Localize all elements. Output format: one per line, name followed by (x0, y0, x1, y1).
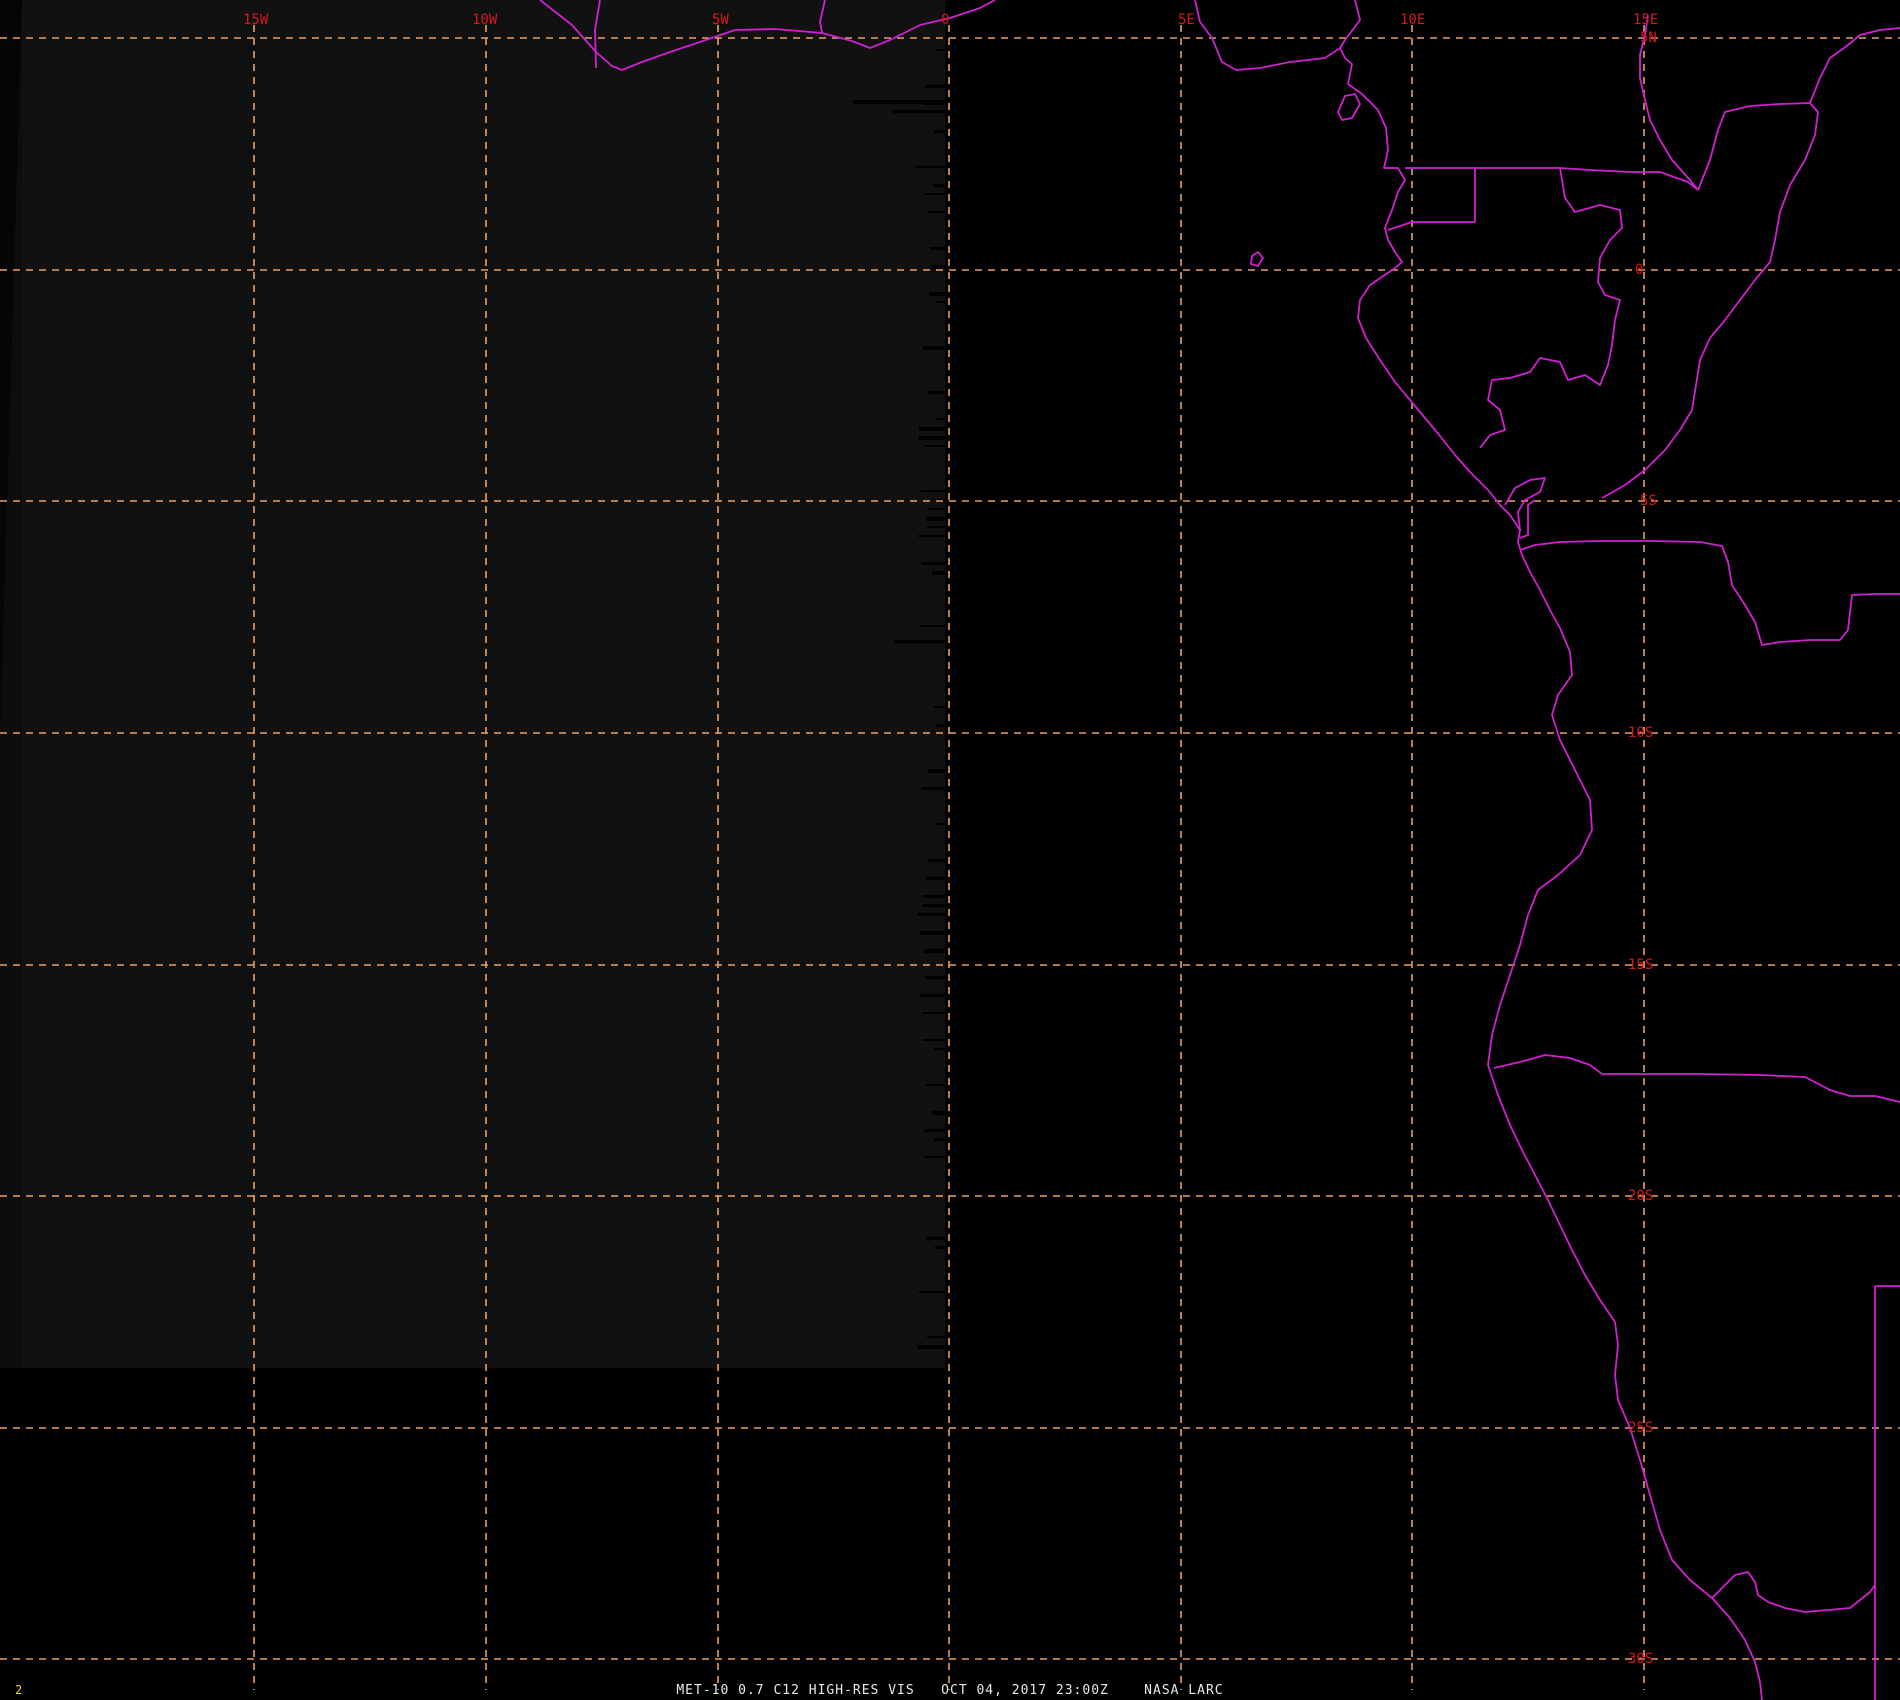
scan-artifact (929, 292, 945, 296)
lon-label-15e: 15E (1633, 12, 1658, 28)
scan-artifact (933, 184, 945, 187)
scan-artifact (928, 769, 945, 773)
scan-artifact (927, 517, 945, 521)
scan-artifact (921, 490, 945, 492)
scan-artifact (930, 247, 945, 250)
scan-artifact (924, 949, 945, 953)
scan-artifact (935, 301, 945, 303)
scan-artifact (920, 931, 945, 935)
lat-label-0: 0 (1635, 262, 1643, 278)
lat-label-15s: 15S (1628, 957, 1653, 973)
scan-region (0, 0, 945, 1368)
scan-artifact (934, 706, 945, 708)
scan-artifact (923, 1039, 945, 1041)
scan-artifact (935, 418, 945, 420)
scan-artifact (919, 1291, 945, 1293)
scan-artifact (934, 130, 945, 133)
scan-artifact (923, 193, 945, 195)
scan-artifact (919, 427, 945, 431)
scan-artifact (924, 1129, 945, 1132)
lat-label-5n: 5N (1640, 30, 1657, 46)
scan-artifact (928, 211, 945, 213)
lat-label-25s: 25S (1628, 1420, 1653, 1436)
scan-artifact (926, 877, 945, 880)
scan-artifact (936, 823, 945, 825)
scan-artifact (928, 859, 945, 862)
scan-artifact (926, 1084, 945, 1086)
lon-label-10w: 10W (472, 12, 498, 28)
lon-label-5w: 5W (712, 12, 729, 28)
scan-artifact (922, 787, 945, 790)
scan-artifact (936, 724, 945, 727)
scan-artifact (927, 1237, 945, 1240)
scan-artifact (928, 508, 945, 510)
scan-artifact (925, 85, 945, 88)
scan-artifact (918, 913, 945, 916)
scan-artifact (934, 1138, 945, 1141)
image-caption: MET-10 0.7 C12 HIGH-RES VIS OCT 04, 2017… (676, 1683, 1224, 1698)
lat-label-20s: 20S (1628, 1188, 1653, 1204)
scan-artifact (927, 1336, 945, 1338)
scan-artifact (919, 625, 945, 627)
lon-label-10e: 10E (1400, 12, 1425, 28)
scan-artifact (895, 640, 945, 643)
scan-artifact (932, 1111, 945, 1115)
scan-artifact (918, 1345, 945, 1349)
lon-label-5e: 5E (1178, 12, 1195, 28)
scan-artifact (893, 110, 945, 113)
scan-artifact (935, 49, 945, 51)
scan-artifact (925, 976, 945, 979)
scan-artifact (932, 571, 945, 575)
scan-artifact (922, 1012, 945, 1014)
scan-artifact (919, 436, 945, 440)
lat-label-10s: 10S (1628, 725, 1653, 741)
scan-artifact (918, 535, 945, 537)
scan-artifact (916, 166, 945, 168)
scan-artifact (923, 346, 945, 350)
scan-artifact (922, 562, 945, 565)
scan-artifact (923, 895, 945, 898)
lon-label-0: 0 (941, 12, 949, 28)
scan-artifact (925, 1156, 945, 1158)
scan-artifact (853, 100, 945, 104)
scan-artifact (920, 994, 945, 997)
scan-artifact (928, 391, 945, 394)
scan-artifact (934, 1048, 945, 1050)
scan-artifact (925, 445, 945, 447)
scan-artifact (935, 1246, 945, 1249)
satellite-map: 15W 10W 5W 0 5E 10E 15E 5N 0 5S 10S 15S … (0, 0, 1900, 1700)
scan-artifact (932, 265, 945, 269)
lat-label-30s: 30S (1628, 1651, 1653, 1667)
scan-artifact (923, 904, 945, 907)
scan-artifact (927, 526, 945, 528)
lon-label-15w: 15W (243, 12, 269, 28)
lat-label-5s: 5S (1640, 493, 1657, 509)
